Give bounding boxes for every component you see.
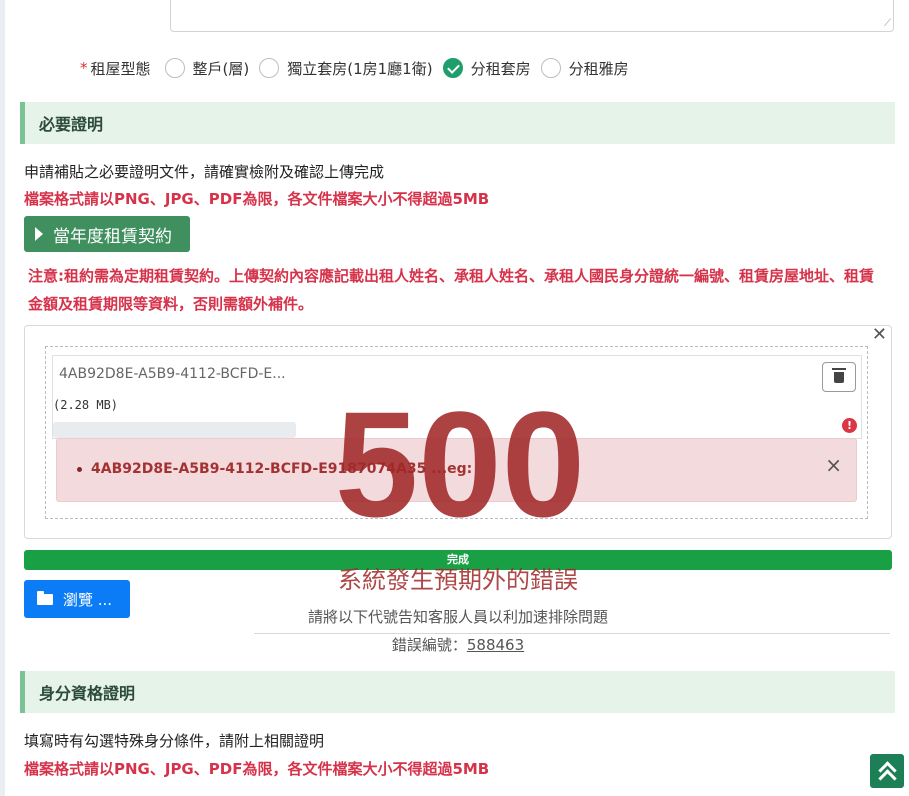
- delete-file-button[interactable]: [822, 362, 856, 392]
- dropzone[interactable]: 4AB92D8E-A5B9-4112-BCFD-E... (2.28 MB) !…: [45, 346, 868, 519]
- file-name: 4AB92D8E-A5B9-4112-BCFD-E...: [59, 366, 286, 382]
- radio-shared-room[interactable]: 分租雅房: [540, 58, 629, 79]
- alert-close-icon[interactable]: ×: [825, 453, 842, 477]
- resize-grip-icon[interactable]: ⟋: [884, 19, 891, 29]
- trash-icon: [832, 367, 846, 383]
- upload-panel: ✕ 4AB92D8E-A5B9-4112-BCFD-E... (2.28 MB)…: [24, 324, 892, 539]
- identity-docs-intro: 填寫時有勾選特殊身分條件，請附上相關證明: [24, 732, 325, 750]
- browse-button[interactable]: 瀏覽 ...: [24, 580, 130, 618]
- scroll-to-top-button[interactable]: [870, 754, 904, 788]
- radio-shared-suite[interactable]: 分租套房: [442, 58, 531, 79]
- required-docs-format-note: 檔案格式請以PNG、JPG、PDF為限，各文件檔案大小不得超過5MB: [24, 190, 490, 208]
- error-subtitle: 請將以下代號告知客服人員以利加速排除問題: [307, 608, 608, 626]
- radio-circle-icon[interactable]: [259, 58, 280, 78]
- section-header-required-docs: 必要證明: [20, 102, 895, 144]
- file-progress-track: [53, 422, 296, 438]
- page-left-border: [0, 0, 5, 796]
- browse-button-label: 瀏覽 ...: [63, 590, 113, 609]
- folder-open-icon: [37, 590, 53, 605]
- housing-type-label: 租屋型態: [90, 59, 151, 78]
- contract-button-label: 當年度租賃契約: [53, 226, 172, 247]
- radio-label: 整戶(層): [192, 59, 250, 78]
- bullet-icon: [77, 467, 82, 472]
- radio-circle-icon[interactable]: [540, 58, 561, 78]
- housing-type-radio-group: * 租屋型態 整戶(層) 獨立套房(1房1廳1衛) 分租套房 分租雅房: [80, 55, 639, 81]
- caret-right-icon: [35, 227, 43, 241]
- error-exclamation-icon: !: [842, 418, 857, 433]
- upload-error-alert: 4AB92D8E-A5B9-4112-BCFD-E9187074A35 ...e…: [56, 438, 857, 502]
- close-icon[interactable]: ✕: [872, 324, 887, 345]
- error-divider: [254, 633, 890, 634]
- file-preview-card: 4AB92D8E-A5B9-4112-BCFD-E... (2.28 MB) !: [52, 355, 862, 439]
- required-docs-intro: 申請補貼之必要證明文件，請確實檢附及確認上傳完成: [24, 163, 385, 181]
- remarks-textarea[interactable]: ⟋: [170, 0, 894, 32]
- radio-checked-icon[interactable]: [442, 58, 463, 78]
- file-size: (2.28 MB): [53, 398, 119, 412]
- annual-contract-toggle-button[interactable]: 當年度租賃契約: [24, 216, 190, 252]
- contract-notice: 注意:租約需為定期租賃契約。上傳契約內容應記載出租人姓名、承租人姓名、承租人國民…: [28, 267, 875, 313]
- radio-label: 分租雅房: [568, 59, 629, 78]
- error-id-line: 錯誤編號：588463: [250, 634, 666, 655]
- section-header-identity-docs: 身分資格證明: [20, 671, 895, 713]
- error-id-link[interactable]: 588463: [467, 636, 524, 654]
- radio-circle-icon[interactable]: [164, 58, 185, 78]
- radio-independent-suite[interactable]: 獨立套房(1房1廳1衛): [259, 58, 433, 79]
- identity-docs-format-note: 檔案格式請以PNG、JPG、PDF為限，各文件檔案大小不得超過5MB: [24, 760, 490, 778]
- upload-progress-bar: 完成: [24, 550, 892, 570]
- required-mark: *: [80, 59, 88, 77]
- radio-label: 分租套房: [470, 59, 531, 78]
- upload-error-text: 4AB92D8E-A5B9-4112-BCFD-E9187074A35 ...e…: [91, 461, 473, 477]
- radio-label: 獨立套房(1房1廳1衛): [287, 59, 433, 78]
- error-id-label: 錯誤編號：: [391, 636, 467, 654]
- radio-whole-floor[interactable]: 整戶(層): [164, 58, 250, 79]
